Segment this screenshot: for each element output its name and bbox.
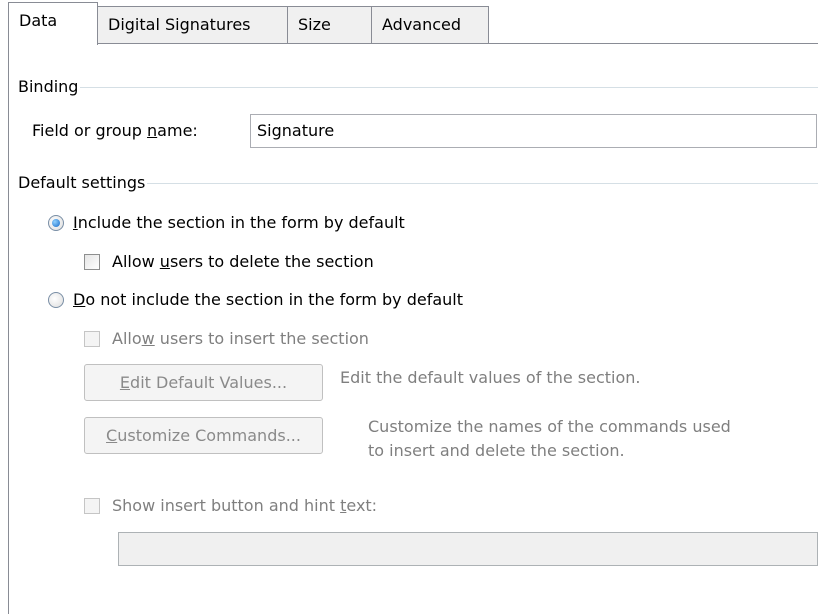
binding-group-label: Binding (18, 76, 81, 98)
field-or-group-name-input[interactable]: Signature (250, 114, 817, 148)
edit-default-values-button[interactable]: Edit Default Values... (84, 364, 323, 401)
customize-commands-button[interactable]: Customize Commands... (84, 417, 323, 454)
binding-group-header: Binding (18, 76, 818, 98)
exclude-section-radio[interactable] (48, 292, 64, 308)
tab-panel-border (8, 43, 818, 44)
allow-insert-label[interactable]: Allow users to insert the section (112, 328, 369, 350)
exclude-section-label[interactable]: Do not include the section in the form b… (73, 289, 463, 311)
show-insert-button-label[interactable]: Show insert button and hint text: (112, 495, 377, 517)
binding-group-rule (18, 87, 818, 88)
include-section-label[interactable]: Include the section in the form by defau… (73, 212, 405, 234)
edit-default-values-description: Edit the default values of the section. (340, 368, 641, 387)
tab-advanced[interactable]: Advanced (371, 6, 489, 43)
tab-strip: Data Digital Signatures Size Advanced (8, 0, 818, 45)
panel-left-border (8, 43, 9, 614)
tab-data[interactable]: Data (8, 2, 98, 45)
radio-selected-dot (52, 219, 60, 227)
allow-insert-checkbox[interactable] (84, 331, 100, 347)
hint-text-input[interactable] (118, 532, 818, 566)
allow-delete-label[interactable]: Allow users to delete the section (112, 251, 374, 273)
customize-commands-description-line1: Customize the names of the commands used (368, 417, 731, 436)
tab-size[interactable]: Size (287, 6, 372, 43)
allow-delete-checkbox[interactable] (84, 254, 100, 270)
show-insert-button-checkbox[interactable] (84, 498, 100, 514)
tab-digital-signatures[interactable]: Digital Signatures (97, 6, 288, 43)
include-section-radio[interactable] (48, 215, 64, 231)
field-or-group-name-label: Field or group name: (32, 121, 198, 140)
default-settings-group-label: Default settings (18, 172, 148, 194)
customize-commands-description-line2: to insert and delete the section. (368, 441, 625, 460)
default-settings-group-header: Default settings (18, 172, 818, 194)
